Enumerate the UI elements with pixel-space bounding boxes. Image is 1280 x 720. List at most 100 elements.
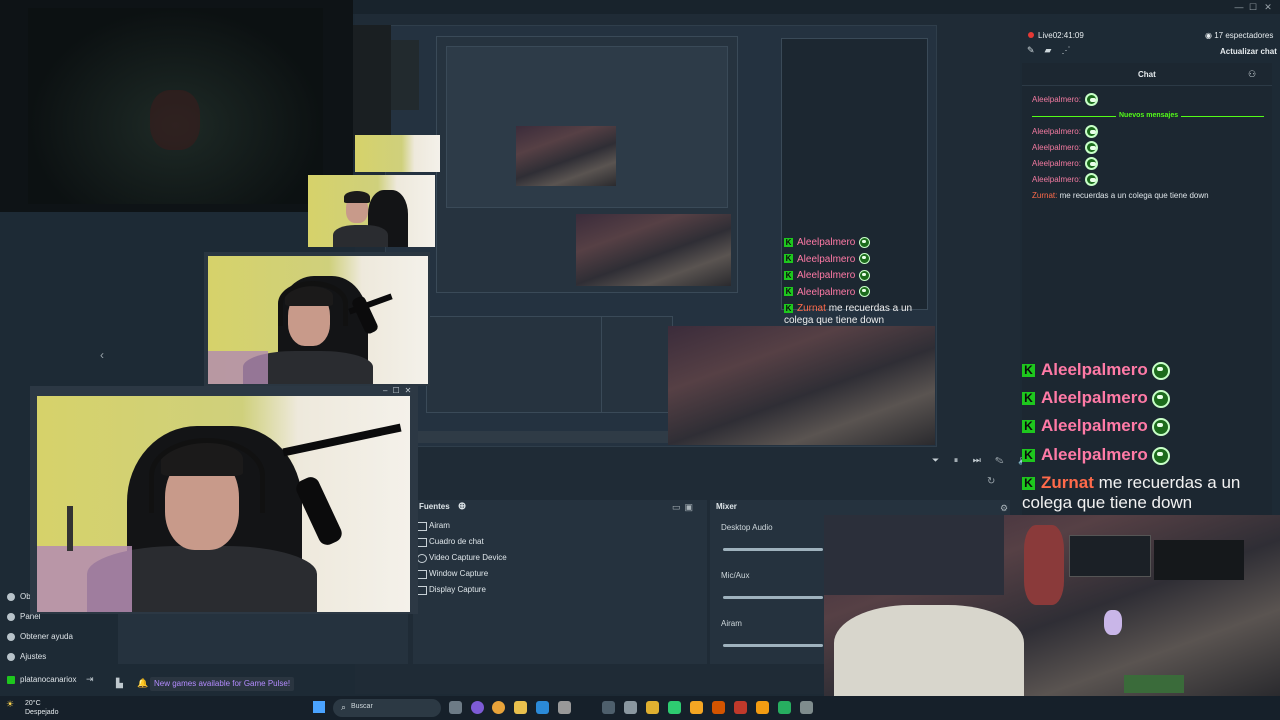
emote-icon	[859, 236, 871, 248]
overlay-username: Aleelpalmero	[797, 237, 856, 248]
live-label: Live	[1038, 31, 1053, 40]
help-icon	[7, 633, 15, 641]
app-icon[interactable]	[668, 701, 681, 714]
maximize-button[interactable]: ☐	[1246, 1, 1260, 13]
chevron-left-icon[interactable]: ‹	[100, 348, 104, 362]
app-icon[interactable]	[558, 701, 571, 714]
camera-icon	[417, 554, 427, 563]
share-icon[interactable]: ⋰	[1061, 45, 1080, 55]
task-view-icon[interactable]	[449, 701, 462, 714]
app-icon[interactable]	[756, 701, 769, 714]
app-icon[interactable]	[646, 701, 659, 714]
search-input[interactable]: ⌕ Buscar	[333, 699, 441, 717]
panel-icon	[7, 613, 15, 621]
source-label: Display Capture	[429, 585, 486, 594]
kick-badge-icon: K	[784, 270, 793, 280]
emote-icon	[1151, 417, 1170, 436]
preview-room-cam	[668, 326, 935, 445]
username-label: platanocanariox	[20, 675, 77, 684]
emote-icon	[1151, 361, 1170, 380]
steam-icon[interactable]	[602, 701, 615, 714]
search-placeholder: Buscar	[351, 703, 373, 710]
start-icon[interactable]	[313, 701, 325, 713]
game-capture	[0, 0, 353, 212]
program-preview[interactable]: K Aleelpalmero K Aleelpalmero K Aleelpalmer…	[385, 25, 937, 447]
app-icon[interactable]	[800, 701, 813, 714]
user-account[interactable]: platanocanariox	[0, 672, 76, 688]
viewer-count: ◉ 17 espectadores	[1205, 31, 1273, 40]
refresh-chat-button[interactable]: Actualizar chat	[1220, 47, 1277, 56]
sidebar-item-label: Obtener ayuda	[20, 632, 73, 641]
source-item[interactable]: Video Capture Device	[413, 550, 707, 566]
app-icon[interactable]	[712, 701, 725, 714]
chat-message: Aleelpalmero:	[1032, 92, 1209, 108]
kick-logo-icon	[7, 676, 15, 684]
app-icon[interactable]	[624, 701, 637, 714]
folder-icon[interactable]	[514, 701, 527, 714]
notification-banner[interactable]: New games available for Game Pulse!	[150, 677, 295, 691]
volume-slider[interactable]	[723, 596, 823, 599]
preview-controls[interactable]: ⏷ ⏸ ⏭ ✎ 🔊	[932, 455, 1035, 466]
add-source-icon[interactable]: ⊕	[458, 501, 466, 512]
edit-icon[interactable]: ✎	[1027, 45, 1045, 55]
dashboard-tools[interactable]: ✎▰⋰	[1027, 45, 1080, 56]
sidebar-item[interactable]: Obt	[0, 589, 33, 605]
nested-webcam	[355, 135, 440, 172]
kick-badge-icon: K	[1022, 477, 1035, 491]
kick-badge-icon: K	[1022, 420, 1035, 434]
store-icon[interactable]	[536, 701, 549, 714]
minimize-button[interactable]: —	[1232, 1, 1246, 13]
folder-icon[interactable]: ▰	[1045, 45, 1062, 55]
webcam-medium	[208, 256, 428, 384]
volume-slider[interactable]	[723, 548, 823, 551]
live-status: Live02:41:09	[1038, 31, 1084, 40]
volume-slider[interactable]	[723, 644, 823, 647]
app-icon[interactable]	[471, 701, 484, 714]
chart-icon: ▙	[116, 678, 123, 688]
close-button[interactable]: ✕	[1261, 1, 1275, 13]
help-icon	[7, 593, 15, 601]
dock-buttons[interactable]: ▭▣	[672, 502, 697, 513]
chat-username: Aleelpalmero	[1032, 143, 1079, 152]
app-icon[interactable]	[778, 701, 791, 714]
chat-message: Aleelpalmero:	[1032, 124, 1209, 140]
live-time: 02:41:09	[1052, 31, 1084, 40]
scenes-dock	[118, 612, 408, 664]
gear-icon[interactable]: ⚙	[1000, 503, 1008, 514]
kick-badge-icon: K	[784, 254, 793, 264]
source-item[interactable]: Airam	[413, 518, 707, 534]
new-messages-label: Nuevos mensajes	[1116, 108, 1182, 124]
logout-icon[interactable]: ⇥	[86, 674, 94, 685]
webcam-large	[37, 396, 410, 612]
app-icon[interactable]	[690, 701, 703, 714]
source-item[interactable]: Cuadro de chat	[413, 534, 707, 550]
sidebar-item-help[interactable]: Obtener ayuda	[0, 629, 73, 645]
kick-badge-icon: K	[784, 287, 793, 297]
sidebar-item-settings[interactable]: Ajustes	[0, 649, 46, 665]
window-icon	[417, 570, 427, 579]
search-icon: ⌕	[341, 702, 347, 712]
chat-username: Zurnat	[1032, 191, 1056, 200]
chat-username: Aleelpalmero	[1032, 95, 1079, 104]
viewer-label: 17 espectadores	[1214, 31, 1274, 40]
mixer-channel-label: Desktop Audio	[721, 523, 773, 532]
source-label: Airam	[429, 521, 450, 530]
window-controls[interactable]: –☐✕	[383, 386, 416, 395]
nested-room-cam	[576, 214, 731, 286]
mixer-channel-label: Airam	[721, 619, 742, 628]
weather-temp: 20°C	[25, 700, 41, 707]
app-icon[interactable]	[734, 701, 747, 714]
overlay-message-cont: colega que tiene down	[1022, 493, 1193, 512]
users-icon[interactable]: ⚇	[1248, 69, 1256, 80]
overlay-username: Zurnat	[1041, 473, 1094, 492]
source-item[interactable]: Display Capture	[413, 582, 707, 598]
mixer-title: Mixer	[716, 502, 737, 511]
overlay-chat-line: K Zurnat me recuerdas a un	[1022, 473, 1240, 493]
source-item[interactable]: Window Capture	[413, 566, 707, 582]
chrome-icon[interactable]	[492, 701, 505, 714]
nested-webcam	[308, 175, 435, 247]
gear-icon	[7, 653, 15, 661]
weather-widget[interactable]: 20°C Despejado	[25, 699, 58, 717]
refresh-icon[interactable]: ↻	[987, 476, 995, 487]
chat-username: Aleelpalmero	[1032, 175, 1079, 184]
